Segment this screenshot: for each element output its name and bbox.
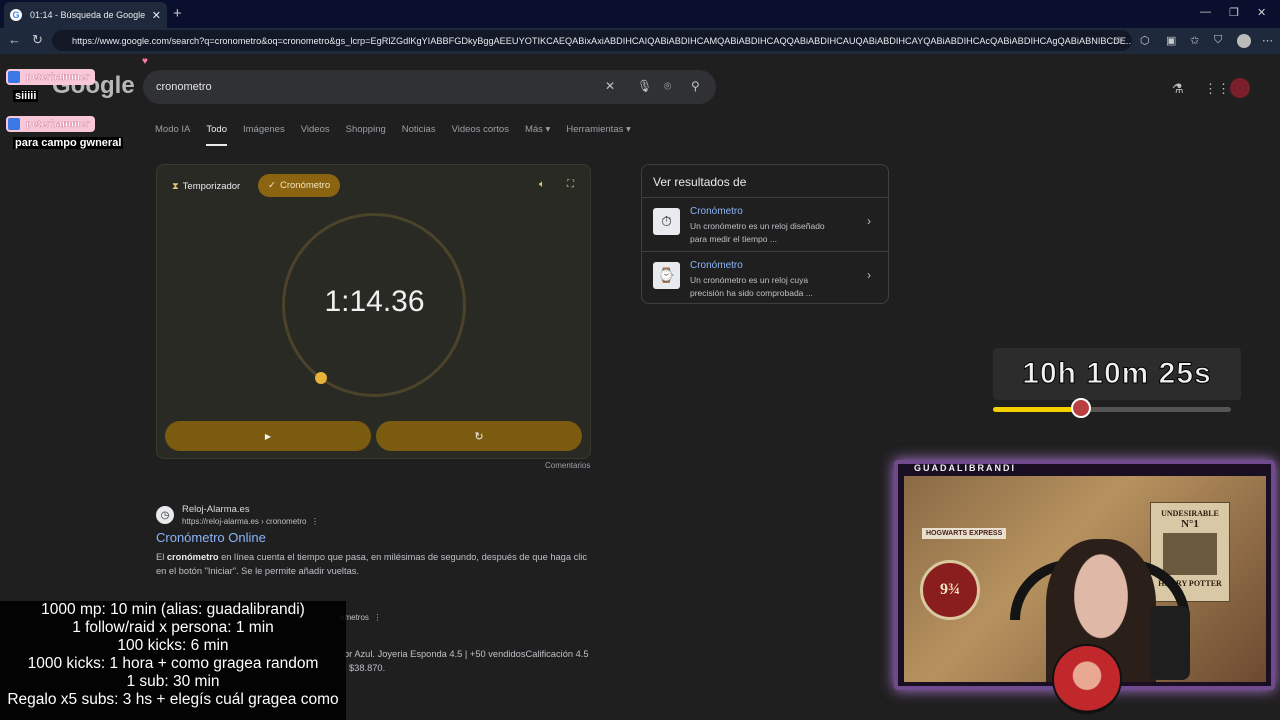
goal-line: 100 kicks: 6 min	[117, 637, 229, 654]
panel-heading: Ver resultados de	[653, 175, 747, 189]
mascot-icon	[1071, 398, 1092, 418]
browser-toolbar: ← ↻ https://www.google.com/search?q=cron…	[0, 28, 1280, 54]
tab-mas[interactable]: Más ▾	[525, 124, 550, 146]
feedback-link[interactable]: Comentarios	[545, 461, 590, 470]
search-icon[interactable]: ⚲	[691, 79, 700, 93]
sound-icon[interactable]: 🔈︎	[539, 179, 545, 190]
panel-item-title: Cronómetro	[690, 260, 743, 271]
subathon-progress-bar	[993, 398, 1231, 418]
stopwatch-thumbnail: ⏱	[653, 208, 680, 235]
result-snippet: El cronómetro en línea cuenta el tiempo …	[156, 552, 588, 576]
heart-icon: ♥	[142, 56, 148, 67]
reset-button[interactable]: ↻	[376, 421, 582, 451]
tab-modo-ia[interactable]: Modo IA	[155, 124, 190, 146]
goal-line: Regalo x5 subs: 3 hs + elegís cuál grage…	[7, 691, 339, 708]
progress-fill	[993, 407, 1082, 412]
new-tab-button[interactable]: +	[173, 5, 182, 22]
badge-icon	[8, 71, 20, 83]
url-text: https://www.google.com/search?q=cronomet…	[72, 35, 1132, 46]
check-icon: ✓	[268, 180, 276, 191]
title-bar: G 01:14 - Búsqueda de Google ✕ + — ❐ ✕	[0, 0, 1280, 28]
star-icon[interactable]: ☆	[1114, 34, 1124, 47]
result-snippet-partial: or Azul. Joyeria Esponda 4.5 | +50 vendi…	[344, 649, 589, 659]
timer-mode-button[interactable]: ⧗ Temporizador	[172, 175, 240, 197]
result-price: $38.870.	[349, 663, 386, 673]
tab-todo[interactable]: Todo	[206, 124, 227, 146]
badge-icon	[8, 118, 20, 130]
tab-videos[interactable]: Videos	[301, 124, 330, 146]
reload-icon[interactable]: ↻	[32, 32, 43, 48]
chat-username: peterhammer	[6, 116, 96, 132]
stopwatch-time: 1:14.36	[324, 285, 425, 318]
account-avatar[interactable]	[1230, 78, 1250, 98]
timer-mode-label: Temporizador	[182, 180, 241, 192]
shield-icon[interactable]: ⛉	[1214, 34, 1222, 47]
minimize-icon[interactable]: —	[1200, 6, 1211, 18]
goal-line: 1000 kicks: 1 hora + como gragea random	[27, 655, 319, 672]
chat-message: para campo gwneral	[13, 137, 124, 149]
goal-line: 1 sub: 30 min	[126, 673, 220, 690]
result-title-link[interactable]: Cronómetro Online	[156, 530, 266, 545]
clock-favicon-icon: ◷	[156, 506, 174, 524]
back-icon[interactable]: ←	[8, 32, 21, 47]
panel-item[interactable]: ⌚ Cronómetro Un cronómetro es un reloj c…	[642, 251, 888, 303]
see-results-panel: Ver resultados de ⏱ Cronómetro Un cronóm…	[641, 164, 889, 304]
microphone	[1150, 606, 1190, 680]
mic-icon[interactable]: 🎙︎	[637, 79, 652, 93]
chevron-right-icon: ›	[867, 214, 871, 228]
stopwatch-widget: ⧗ Temporizador ✓ Cronómetro 🔈︎ ⛶ 1:14.36…	[156, 164, 591, 459]
hogwarts-sign: HOGWARTS EXPRESS	[922, 528, 1007, 539]
search-input[interactable]: cronometro ✕ 🎙︎ ⌾ ⚲	[143, 70, 716, 104]
chat-username: peterhammer	[6, 69, 96, 85]
split-screen-icon[interactable]: ▣	[1166, 34, 1176, 47]
result-cite: https://reloj-alarma.es › cronometro ⋮	[182, 517, 319, 526]
panel-item-title: Cronómetro	[690, 206, 743, 217]
menu-dots-icon[interactable]: ⋯	[1262, 34, 1273, 47]
tab-shopping[interactable]: Shopping	[346, 124, 386, 146]
chat-message: siiiii	[13, 90, 39, 102]
stopwatch-mode-button[interactable]: ✓ Cronómetro	[258, 174, 341, 197]
google-favicon-icon: G	[10, 9, 22, 21]
reset-icon: ↻	[474, 430, 484, 443]
close-tab-icon[interactable]: ✕	[152, 9, 161, 22]
favorites-icon[interactable]: ✩	[1190, 34, 1199, 47]
hourglass-icon: ⧗	[172, 180, 179, 192]
browser-tab[interactable]: G 01:14 - Búsqueda de Google ✕	[4, 2, 167, 28]
streamer-name: GUADALIBRANDI	[914, 463, 1016, 473]
goal-line: 1 follow/raid x persona: 1 min	[72, 619, 274, 636]
platform-sign: 9¾	[920, 560, 980, 620]
streamer-avatar	[1052, 644, 1122, 714]
fullscreen-icon[interactable]: ⛶	[567, 179, 574, 190]
tab-herramientas[interactable]: Herramientas ▾	[566, 124, 630, 146]
search-query: cronometro	[156, 81, 212, 93]
address-bar[interactable]: https://www.google.com/search?q=cronomet…	[52, 30, 1132, 51]
tab-imagenes[interactable]: Imágenes	[243, 124, 285, 146]
profile-icon[interactable]	[1237, 34, 1251, 48]
tab-videos-cortos[interactable]: Videos cortos	[452, 124, 509, 146]
close-window-icon[interactable]: ✕	[1257, 6, 1266, 19]
result-cite-partial: ometros ⋮	[340, 613, 382, 622]
search-tabs: Modo IA Todo Imágenes Videos Shopping No…	[155, 124, 647, 146]
chronometer-thumbnail: ⌚	[653, 262, 680, 289]
panel-item[interactable]: ⏱ Cronómetro Un cronómetro es un reloj d…	[642, 197, 888, 249]
play-icon: ▶	[264, 431, 272, 441]
panel-item-desc: Un cronómetro es un reloj cuya precisión…	[690, 275, 813, 298]
restore-icon[interactable]: ❐	[1229, 6, 1239, 19]
start-button[interactable]: ▶	[165, 421, 371, 451]
goal-line: 1000 mp: 10 min (alias: guadalibrandi)	[41, 601, 305, 618]
stopwatch-mode-label: Cronómetro	[279, 180, 331, 191]
clear-icon[interactable]: ✕	[605, 79, 615, 93]
extension-icon[interactable]: ⬡	[1140, 34, 1150, 47]
labs-icon[interactable]: ⚗	[1172, 81, 1184, 97]
subathon-countdown: 10h 10m 25s	[993, 348, 1241, 400]
tab-noticias[interactable]: Noticias	[402, 124, 436, 146]
tab-title: 01:14 - Búsqueda de Google	[30, 10, 146, 20]
progress-dot	[315, 372, 327, 384]
panel-item-desc: Un cronómetro es un reloj diseñado para …	[690, 221, 825, 244]
lens-icon[interactable]: ⌾	[664, 79, 671, 94]
chevron-right-icon: ›	[867, 268, 871, 282]
result-site-name: Reloj-Alarma.es	[182, 504, 250, 515]
subathon-goals: 1000 mp: 10 min (alias: guadalibrandi) 1…	[0, 601, 346, 720]
